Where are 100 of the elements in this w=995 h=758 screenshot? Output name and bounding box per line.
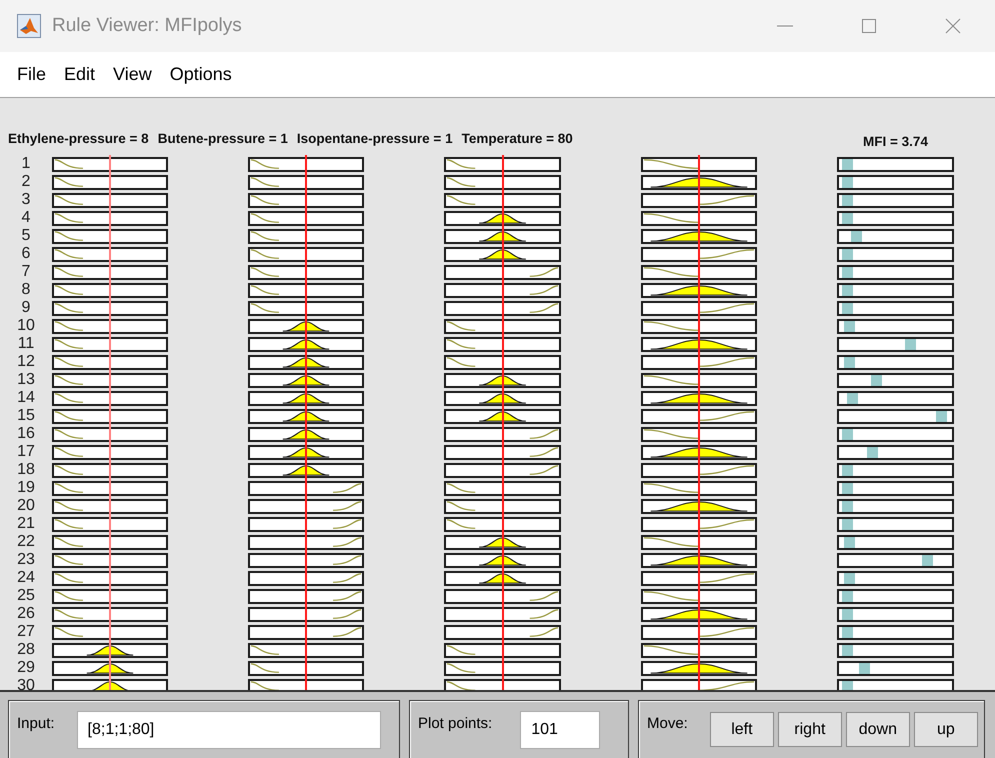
rule-input-plot[interactable] xyxy=(52,408,168,424)
rule-input-plot[interactable] xyxy=(248,588,364,604)
rule-input-plot[interactable] xyxy=(52,534,168,550)
rule-input-plot[interactable] xyxy=(444,588,561,604)
rule-output-plot[interactable] xyxy=(837,426,954,442)
input-value-line[interactable] xyxy=(698,155,700,690)
rule-output-plot[interactable] xyxy=(837,642,954,658)
rule-input-plot[interactable] xyxy=(444,660,561,676)
input-value-line[interactable] xyxy=(502,155,504,690)
menu-item[interactable]: View xyxy=(104,60,161,89)
rule-input-plot[interactable] xyxy=(444,480,561,496)
rule-input-plot[interactable] xyxy=(248,516,364,532)
rule-input-plot[interactable] xyxy=(444,426,561,442)
rule-input-plot[interactable] xyxy=(641,246,757,262)
rule-input-plot[interactable] xyxy=(248,354,364,370)
rule-input-plot[interactable] xyxy=(52,246,168,262)
rule-output-plot[interactable] xyxy=(837,228,954,244)
rule-input-plot[interactable] xyxy=(641,678,757,690)
menu-item[interactable]: File xyxy=(8,60,56,89)
rule-input-plot[interactable] xyxy=(248,498,364,514)
rule-input-plot[interactable] xyxy=(444,534,561,550)
rule-input-plot[interactable] xyxy=(444,390,561,406)
rule-input-plot[interactable] xyxy=(52,228,168,244)
rule-input-plot[interactable] xyxy=(248,426,364,442)
rule-input-plot[interactable] xyxy=(641,624,757,640)
rule-input-plot[interactable] xyxy=(444,624,561,640)
rule-output-plot[interactable] xyxy=(837,372,954,388)
rule-input-plot[interactable] xyxy=(248,408,364,424)
rule-input-plot[interactable] xyxy=(641,210,757,226)
rule-input-plot[interactable] xyxy=(641,282,757,298)
rule-input-plot[interactable] xyxy=(641,534,757,550)
rule-input-plot[interactable] xyxy=(248,570,364,586)
rule-input-plot[interactable] xyxy=(52,588,168,604)
rule-input-plot[interactable] xyxy=(641,300,757,316)
input-value-line[interactable] xyxy=(305,155,307,690)
rule-output-plot[interactable] xyxy=(837,264,954,280)
rule-input-plot[interactable] xyxy=(641,660,757,676)
rule-input-plot[interactable] xyxy=(444,174,561,190)
rule-input-plot[interactable] xyxy=(52,570,168,586)
rule-input-plot[interactable] xyxy=(641,228,757,244)
rule-input-plot[interactable] xyxy=(52,480,168,496)
input-value-line[interactable] xyxy=(109,155,111,690)
rule-input-plot[interactable] xyxy=(248,462,364,478)
rule-input-plot[interactable] xyxy=(52,318,168,334)
rule-input-plot[interactable] xyxy=(641,336,757,352)
rule-input-plot[interactable] xyxy=(641,264,757,280)
move-button[interactable]: up xyxy=(914,712,978,747)
rule-input-plot[interactable] xyxy=(444,192,561,208)
rule-input-plot[interactable] xyxy=(444,246,561,262)
rule-input-plot[interactable] xyxy=(444,462,561,478)
rule-input-plot[interactable] xyxy=(52,516,168,532)
rule-input-plot[interactable] xyxy=(52,210,168,226)
rule-input-plot[interactable] xyxy=(444,498,561,514)
rule-input-plot[interactable] xyxy=(52,282,168,298)
rule-output-plot[interactable] xyxy=(837,498,954,514)
rule-output-plot[interactable] xyxy=(837,336,954,352)
rule-input-plot[interactable] xyxy=(52,156,168,172)
rule-input-plot[interactable] xyxy=(641,606,757,622)
rule-input-plot[interactable] xyxy=(52,462,168,478)
rule-input-plot[interactable] xyxy=(444,354,561,370)
rule-input-plot[interactable] xyxy=(444,570,561,586)
rule-input-plot[interactable] xyxy=(248,192,364,208)
rule-input-plot[interactable] xyxy=(248,660,364,676)
rule-input-plot[interactable] xyxy=(444,372,561,388)
rule-input-plot[interactable] xyxy=(52,498,168,514)
rule-input-plot[interactable] xyxy=(52,354,168,370)
rule-input-plot[interactable] xyxy=(444,156,561,172)
rule-output-plot[interactable] xyxy=(837,354,954,370)
rule-input-plot[interactable] xyxy=(641,552,757,568)
rule-input-plot[interactable] xyxy=(248,480,364,496)
rule-input-plot[interactable] xyxy=(52,552,168,568)
rule-input-plot[interactable] xyxy=(641,192,757,208)
rule-output-plot[interactable] xyxy=(837,282,954,298)
rule-output-plot[interactable] xyxy=(837,246,954,262)
move-button[interactable]: down xyxy=(846,712,910,747)
rule-input-plot[interactable] xyxy=(52,678,168,690)
rule-input-plot[interactable] xyxy=(641,462,757,478)
rule-input-plot[interactable] xyxy=(248,300,364,316)
rule-output-plot[interactable] xyxy=(837,678,954,690)
move-button[interactable]: right xyxy=(778,712,842,747)
rule-input-plot[interactable] xyxy=(248,624,364,640)
rule-input-plot[interactable] xyxy=(444,318,561,334)
rule-input-plot[interactable] xyxy=(641,174,757,190)
rule-input-plot[interactable] xyxy=(444,228,561,244)
rule-input-plot[interactable] xyxy=(641,156,757,172)
rule-input-plot[interactable] xyxy=(248,336,364,352)
rule-input-plot[interactable] xyxy=(52,372,168,388)
rule-output-plot[interactable] xyxy=(837,300,954,316)
rule-input-plot[interactable] xyxy=(248,246,364,262)
rule-output-plot[interactable] xyxy=(837,444,954,460)
rule-input-plot[interactable] xyxy=(641,318,757,334)
rule-input-plot[interactable] xyxy=(248,282,364,298)
rule-input-plot[interactable] xyxy=(641,390,757,406)
rule-output-plot[interactable] xyxy=(837,462,954,478)
rule-output-plot[interactable] xyxy=(837,552,954,568)
rule-input-plot[interactable] xyxy=(444,336,561,352)
rule-input-plot[interactable] xyxy=(248,678,364,690)
rule-input-plot[interactable] xyxy=(248,534,364,550)
rule-input-plot[interactable] xyxy=(52,444,168,460)
rule-input-plot[interactable] xyxy=(52,264,168,280)
